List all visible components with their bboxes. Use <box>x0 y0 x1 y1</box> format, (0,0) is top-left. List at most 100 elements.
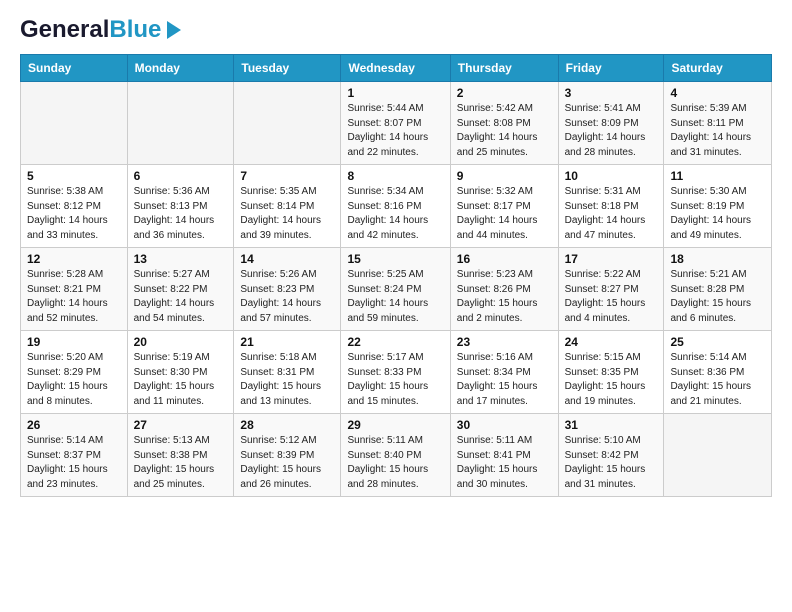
day-header-saturday: Saturday <box>664 55 772 82</box>
logo-arrow-icon <box>167 21 181 39</box>
day-cell: 30 Sunrise: 5:11 AMSunset: 8:41 PMDayligh… <box>450 414 558 497</box>
day-cell: 13 Sunrise: 5:27 AMSunset: 8:22 PMDayligh… <box>127 248 234 331</box>
day-info: Sunrise: 5:25 AMSunset: 8:24 PMDaylight:… <box>347 268 443 326</box>
day-number: 5 <box>27 169 121 183</box>
day-cell: 6 Sunrise: 5:36 AMSunset: 8:13 PMDaylight… <box>127 165 234 248</box>
day-cell: 4 Sunrise: 5:39 AMSunset: 8:11 PMDaylight… <box>664 82 772 165</box>
day-info: Sunrise: 5:30 AMSunset: 8:19 PMDaylight:… <box>670 185 765 243</box>
day-number: 2 <box>457 86 552 100</box>
day-cell <box>127 82 234 165</box>
day-header-friday: Friday <box>558 55 664 82</box>
day-cell: 12 Sunrise: 5:28 AMSunset: 8:21 PMDayligh… <box>21 248 128 331</box>
day-number: 25 <box>670 335 765 349</box>
day-number: 22 <box>347 335 443 349</box>
day-number: 4 <box>670 86 765 100</box>
day-info: Sunrise: 5:19 AMSunset: 8:30 PMDaylight:… <box>134 351 228 409</box>
header: GeneralBlue <box>20 16 772 44</box>
day-info: Sunrise: 5:12 AMSunset: 8:39 PMDaylight:… <box>240 434 334 492</box>
day-info: Sunrise: 5:11 AMSunset: 8:40 PMDaylight:… <box>347 434 443 492</box>
day-number: 28 <box>240 418 334 432</box>
day-info: Sunrise: 5:38 AMSunset: 8:12 PMDaylight:… <box>27 185 121 243</box>
day-number: 19 <box>27 335 121 349</box>
day-info: Sunrise: 5:27 AMSunset: 8:22 PMDaylight:… <box>134 268 228 326</box>
day-info: Sunrise: 5:17 AMSunset: 8:33 PMDaylight:… <box>347 351 443 409</box>
day-info: Sunrise: 5:21 AMSunset: 8:28 PMDaylight:… <box>670 268 765 326</box>
day-number: 8 <box>347 169 443 183</box>
day-cell: 23 Sunrise: 5:16 AMSunset: 8:34 PMDayligh… <box>450 331 558 414</box>
day-number: 7 <box>240 169 334 183</box>
day-cell: 18Sunrise: 5:21 AMSunset: 8:28 PMDayligh… <box>664 248 772 331</box>
day-number: 10 <box>565 169 658 183</box>
day-cell: 14 Sunrise: 5:26 AMSunset: 8:23 PMDayligh… <box>234 248 341 331</box>
day-number: 14 <box>240 252 334 266</box>
day-cell: 29 Sunrise: 5:11 AMSunset: 8:40 PMDayligh… <box>341 414 450 497</box>
day-cell: 16 Sunrise: 5:23 AMSunset: 8:26 PMDayligh… <box>450 248 558 331</box>
day-number: 17 <box>565 252 658 266</box>
day-number: 30 <box>457 418 552 432</box>
day-info: Sunrise: 5:36 AMSunset: 8:13 PMDaylight:… <box>134 185 228 243</box>
day-info: Sunrise: 5:15 AMSunset: 8:35 PMDaylight:… <box>565 351 658 409</box>
day-number: 6 <box>134 169 228 183</box>
week-row-0: 1 Sunrise: 5:44 AMSunset: 8:07 PMDaylight… <box>21 82 772 165</box>
day-info: Sunrise: 5:35 AMSunset: 8:14 PMDaylight:… <box>240 185 334 243</box>
logo-blue: Blue <box>109 16 161 43</box>
day-info: Sunrise: 5:20 AMSunset: 8:29 PMDaylight:… <box>27 351 121 409</box>
day-number: 16 <box>457 252 552 266</box>
week-row-3: 19 Sunrise: 5:20 AMSunset: 8:29 PMDayligh… <box>21 331 772 414</box>
day-cell: 2Sunrise: 5:42 AMSunset: 8:08 PMDaylight… <box>450 82 558 165</box>
day-info: Sunrise: 5:34 AMSunset: 8:16 PMDaylight:… <box>347 185 443 243</box>
day-cell: 20 Sunrise: 5:19 AMSunset: 8:30 PMDayligh… <box>127 331 234 414</box>
day-number: 27 <box>134 418 228 432</box>
day-cell <box>21 82 128 165</box>
day-number: 13 <box>134 252 228 266</box>
day-number: 9 <box>457 169 552 183</box>
day-header-tuesday: Tuesday <box>234 55 341 82</box>
day-cell: 25 Sunrise: 5:14 AMSunset: 8:36 PMDayligh… <box>664 331 772 414</box>
day-number: 26 <box>27 418 121 432</box>
day-info: Sunrise: 5:39 AMSunset: 8:11 PMDaylight:… <box>670 102 765 160</box>
day-info: Sunrise: 5:23 AMSunset: 8:26 PMDaylight:… <box>457 268 552 326</box>
day-cell: 7 Sunrise: 5:35 AMSunset: 8:14 PMDaylight… <box>234 165 341 248</box>
day-number: 15 <box>347 252 443 266</box>
day-info: Sunrise: 5:22 AMSunset: 8:27 PMDaylight:… <box>565 268 658 326</box>
day-info: Sunrise: 5:14 AMSunset: 8:36 PMDaylight:… <box>670 351 765 409</box>
day-cell: 22 Sunrise: 5:17 AMSunset: 8:33 PMDayligh… <box>341 331 450 414</box>
day-number: 3 <box>565 86 658 100</box>
day-header-sunday: Sunday <box>21 55 128 82</box>
day-number: 23 <box>457 335 552 349</box>
day-cell: 24 Sunrise: 5:15 AMSunset: 8:35 PMDayligh… <box>558 331 664 414</box>
page: GeneralBlue SundayMondayTuesdayWednesday… <box>0 0 792 612</box>
calendar-body: 1 Sunrise: 5:44 AMSunset: 8:07 PMDaylight… <box>21 82 772 497</box>
day-info: Sunrise: 5:16 AMSunset: 8:34 PMDaylight:… <box>457 351 552 409</box>
day-info: Sunrise: 5:13 AMSunset: 8:38 PMDaylight:… <box>134 434 228 492</box>
week-row-1: 5 Sunrise: 5:38 AMSunset: 8:12 PMDaylight… <box>21 165 772 248</box>
day-cell <box>664 414 772 497</box>
week-row-2: 12 Sunrise: 5:28 AMSunset: 8:21 PMDayligh… <box>21 248 772 331</box>
day-info: Sunrise: 5:26 AMSunset: 8:23 PMDaylight:… <box>240 268 334 326</box>
day-number: 29 <box>347 418 443 432</box>
day-info: Sunrise: 5:41 AMSunset: 8:09 PMDaylight:… <box>565 102 658 160</box>
day-cell: 8 Sunrise: 5:34 AMSunset: 8:16 PMDaylight… <box>341 165 450 248</box>
logo: GeneralBlue <box>20 16 181 44</box>
day-cell: 17 Sunrise: 5:22 AMSunset: 8:27 PMDayligh… <box>558 248 664 331</box>
day-number: 24 <box>565 335 658 349</box>
calendar-table: SundayMondayTuesdayWednesdayThursdayFrid… <box>20 54 772 497</box>
day-info: Sunrise: 5:11 AMSunset: 8:41 PMDaylight:… <box>457 434 552 492</box>
day-number: 20 <box>134 335 228 349</box>
day-info: Sunrise: 5:14 AMSunset: 8:37 PMDaylight:… <box>27 434 121 492</box>
day-cell: 11 Sunrise: 5:30 AMSunset: 8:19 PMDayligh… <box>664 165 772 248</box>
day-info: Sunrise: 5:28 AMSunset: 8:21 PMDaylight:… <box>27 268 121 326</box>
day-info: Sunrise: 5:44 AMSunset: 8:07 PMDaylight:… <box>347 102 443 160</box>
day-cell: 1 Sunrise: 5:44 AMSunset: 8:07 PMDaylight… <box>341 82 450 165</box>
day-cell: 19 Sunrise: 5:20 AMSunset: 8:29 PMDayligh… <box>21 331 128 414</box>
day-cell: 5 Sunrise: 5:38 AMSunset: 8:12 PMDaylight… <box>21 165 128 248</box>
day-number: 12 <box>27 252 121 266</box>
day-header-thursday: Thursday <box>450 55 558 82</box>
day-number: 31 <box>565 418 658 432</box>
day-cell: 26 Sunrise: 5:14 AMSunset: 8:37 PMDayligh… <box>21 414 128 497</box>
logo-general: General <box>20 16 109 43</box>
day-number: 11 <box>670 169 765 183</box>
day-info: Sunrise: 5:10 AMSunset: 8:42 PMDaylight:… <box>565 434 658 492</box>
calendar-header: SundayMondayTuesdayWednesdayThursdayFrid… <box>21 55 772 82</box>
day-number: 1 <box>347 86 443 100</box>
